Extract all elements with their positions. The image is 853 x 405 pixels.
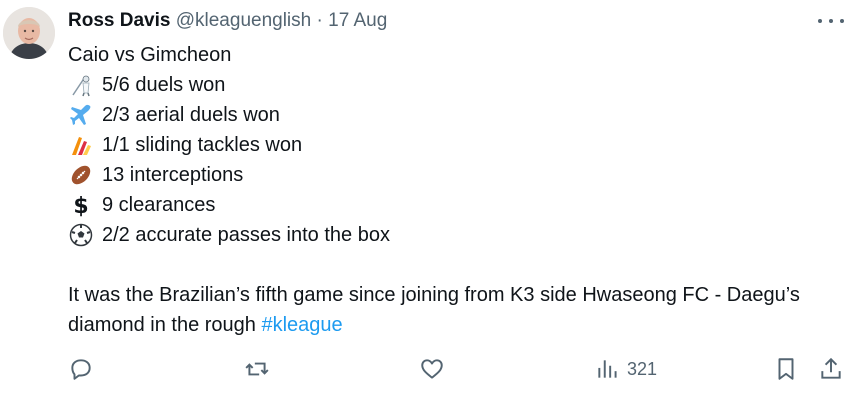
author-handle[interactable]: @kleaguenglish: [176, 10, 312, 31]
avatar-image: [3, 7, 55, 59]
stat-text: 9 clearances: [102, 194, 216, 216]
more-dot: [840, 19, 844, 23]
slide-icon: [68, 132, 94, 158]
stat-line: 2/3 aerial duels won: [68, 100, 838, 130]
more-options-icon[interactable]: [818, 16, 844, 26]
stat-text: 1/1 sliding tackles won: [102, 134, 303, 156]
retweet-icon: [245, 362, 269, 376]
airplane-icon: [68, 102, 94, 128]
more-dot: [829, 19, 833, 23]
tweet-paragraph: It was the Brazilian’s fifth game since …: [68, 280, 838, 340]
stat-text: 2/2 accurate passes into the box: [102, 224, 390, 246]
views-button[interactable]: 321: [595, 356, 657, 382]
stat-line: 2/2 accurate passes into the box: [68, 220, 838, 250]
stat-line: 1/1 sliding tackles won: [68, 130, 838, 160]
hashtag-link[interactable]: #kleague: [261, 314, 342, 336]
stat-text: 13 interceptions: [102, 164, 244, 186]
stat-line: $ 9 clearances: [68, 190, 838, 220]
soccer-ball-icon: [68, 222, 94, 248]
dollar-sign-icon: $: [68, 192, 94, 218]
stat-line: 5/6 duels won: [68, 70, 838, 100]
retweet-button[interactable]: [244, 356, 270, 382]
american-football-icon: [68, 162, 94, 188]
like-icon: [421, 359, 443, 379]
avatar[interactable]: [3, 7, 55, 59]
share-button[interactable]: [818, 356, 844, 382]
reply-button[interactable]: [68, 356, 94, 382]
tweet-body: Caio vs Gimcheon 5/6 duels won 2/3 aeria…: [68, 40, 838, 340]
tweet-title-line: Caio vs Gimcheon: [68, 44, 232, 66]
bookmark-icon: [778, 358, 794, 380]
action-bar: 321: [0, 356, 853, 386]
stat-text: 5/6 duels won: [102, 74, 226, 96]
reply-icon: [71, 359, 91, 380]
author-name[interactable]: Ross Davis: [68, 10, 170, 31]
paragraph-text: It was the Brazilian’s fifth game since …: [68, 284, 800, 336]
svg-text:$: $: [73, 194, 88, 217]
header-separator: ·: [316, 10, 323, 31]
like-button[interactable]: [419, 356, 445, 382]
tweet-header: Ross Davis @kleaguenglish · 17 Aug: [68, 9, 387, 33]
share-icon: [821, 357, 841, 379]
stat-text: 2/3 aerial duels won: [102, 104, 280, 126]
fencing-icon: [68, 72, 94, 98]
views-icon: [598, 360, 617, 378]
bookmark-button[interactable]: [773, 356, 799, 382]
more-dot: [818, 19, 822, 23]
stat-line: 13 interceptions: [68, 160, 838, 190]
views-count: 321: [627, 358, 658, 379]
tweet-date[interactable]: 17 Aug: [328, 10, 387, 31]
